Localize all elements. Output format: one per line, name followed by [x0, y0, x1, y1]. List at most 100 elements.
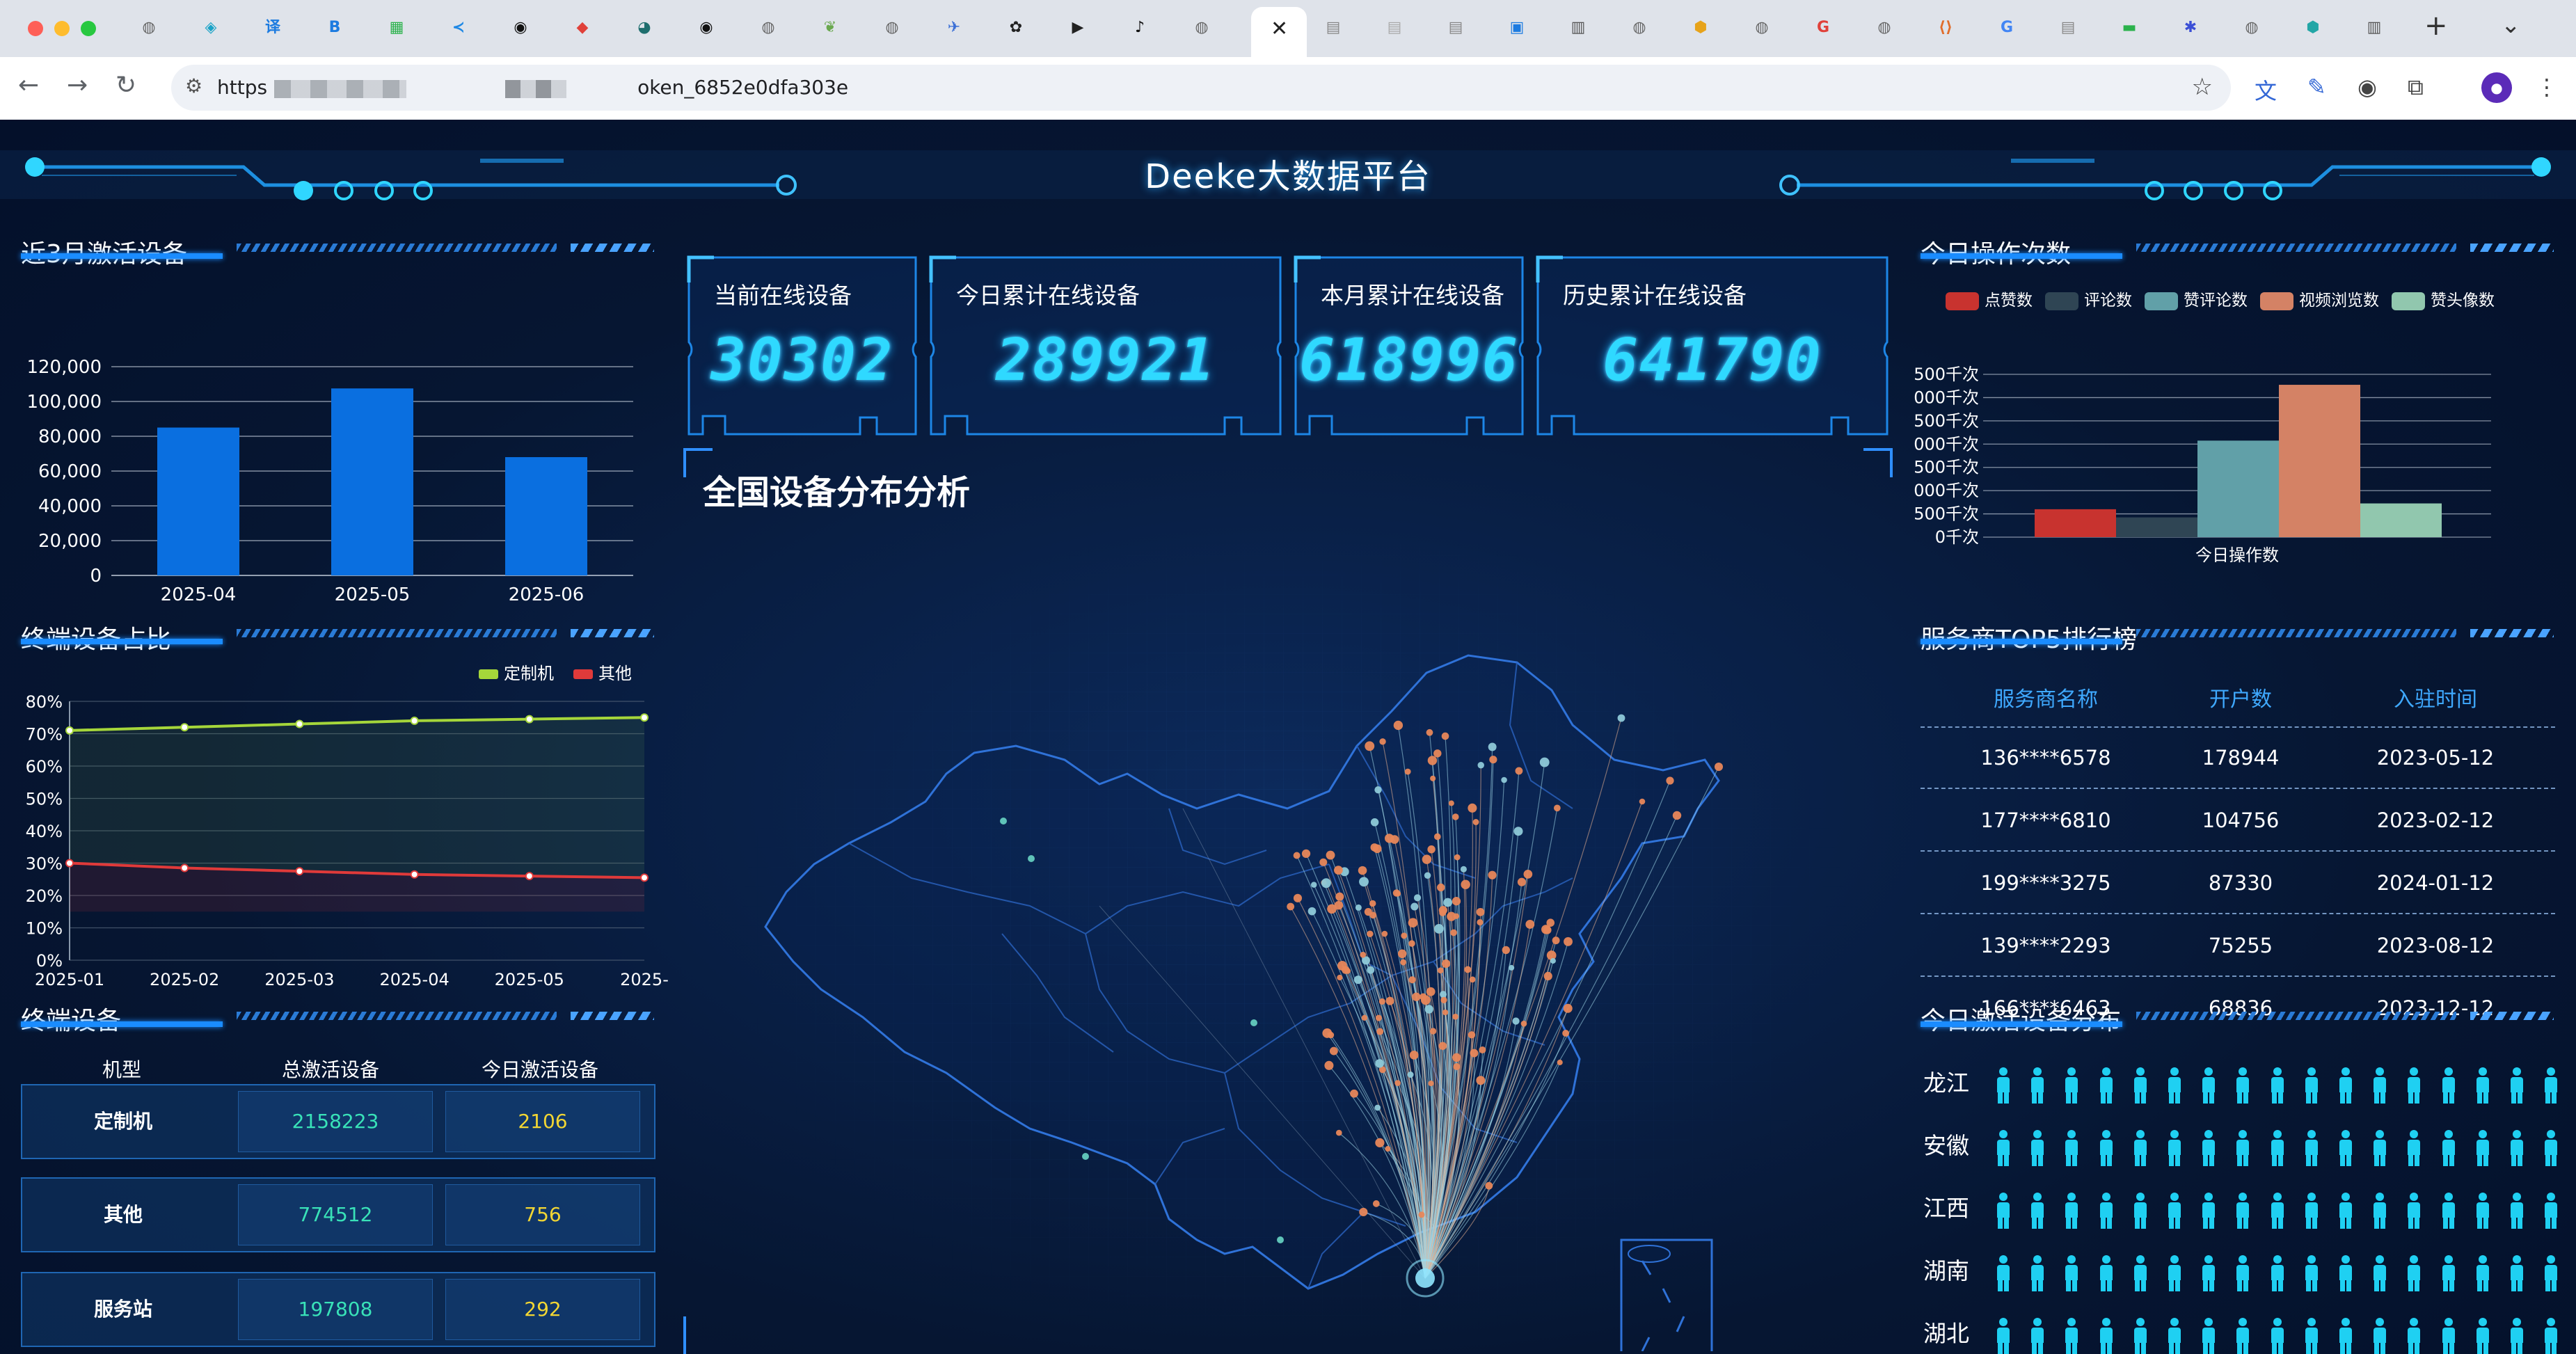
- camera-icon[interactable]: ◉: [2358, 74, 2377, 100]
- vscode-icon[interactable]: ≺: [446, 15, 471, 40]
- device-point: [1334, 866, 1343, 875]
- github-icon[interactable]: ◉: [508, 15, 533, 40]
- terminal-model-name: 定制机: [93, 1110, 152, 1133]
- maximize-window-button[interactable]: [81, 21, 96, 36]
- doc-icon[interactable]: ▤: [1321, 15, 1346, 40]
- person-icon: [2133, 1130, 2148, 1166]
- device-point: [1407, 1072, 1414, 1078]
- device-point: [1553, 804, 1561, 812]
- code-icon[interactable]: ⟨⟩: [1933, 15, 1958, 40]
- globe-icon[interactable]: ◍: [1872, 15, 1897, 40]
- eyedropper-icon[interactable]: ✎: [2307, 74, 2326, 100]
- minimize-window-button[interactable]: [54, 21, 70, 36]
- globe-icon[interactable]: ◍: [1749, 15, 1774, 40]
- device-point: [1397, 949, 1407, 959]
- device-point: [1438, 906, 1448, 915]
- extensions-icon[interactable]: ⧉: [2408, 74, 2424, 101]
- title-underline: [21, 1012, 654, 1027]
- device-point: [1427, 845, 1436, 854]
- doc-icon[interactable]: ▤: [2056, 15, 2081, 40]
- doc-icon[interactable]: ▤: [1382, 15, 1407, 40]
- google-icon[interactable]: G: [1994, 15, 2019, 40]
- address-bar[interactable]: ⚙ https oken_6852e0dfa303e ☆: [171, 65, 2231, 111]
- globe-icon[interactable]: ◍: [136, 15, 161, 40]
- globe-icon[interactable]: ◍: [2239, 15, 2264, 40]
- tiktok-icon[interactable]: ♪: [1127, 15, 1152, 40]
- person-icon: [2475, 1318, 2490, 1354]
- person-icon: [2201, 1130, 2216, 1166]
- browser-menu-icon[interactable]: ⋮: [2536, 74, 2558, 100]
- grid-icon[interactable]: ▦: [384, 15, 409, 40]
- cursor-icon[interactable]: ▶: [1065, 15, 1090, 40]
- close-tab-icon[interactable]: ✕: [1271, 17, 1288, 41]
- globe-icon[interactable]: ◍: [1189, 15, 1214, 40]
- device-point: [1539, 757, 1550, 767]
- legend-item[interactable]: 评论数: [2045, 292, 2132, 310]
- legend-item[interactable]: 视频浏览数: [2260, 292, 2379, 310]
- profile-avatar[interactable]: ●: [2481, 72, 2512, 103]
- cube-icon[interactable]: ⬢: [1688, 15, 1713, 40]
- active-tab[interactable]: ✕: [1251, 7, 1307, 57]
- device-point: [1502, 946, 1510, 955]
- octopus-icon[interactable]: ◕: [632, 15, 657, 40]
- bot-icon[interactable]: ◈: [198, 15, 223, 40]
- device-point: [1329, 1046, 1338, 1056]
- x-tick-label: 2025-04: [161, 584, 237, 605]
- china-device-map[interactable]: [738, 516, 1851, 1351]
- paw-icon[interactable]: ✱: [2178, 15, 2203, 40]
- device-point: [1369, 911, 1376, 919]
- forward-button[interactable]: →: [67, 71, 88, 99]
- site-settings-icon[interactable]: ⚙: [185, 74, 202, 97]
- activation-bar: [331, 388, 413, 575]
- person-icon: [2099, 1130, 2114, 1166]
- legend-item[interactable]: 点赞数: [1946, 292, 2033, 310]
- chat-icon[interactable]: ▬: [2117, 15, 2142, 40]
- person-icon: [2133, 1318, 2148, 1354]
- github-icon[interactable]: ◉: [694, 15, 719, 40]
- device-point: [1344, 968, 1351, 974]
- back-button[interactable]: ←: [18, 71, 39, 99]
- bookmark-star-icon[interactable]: ☆: [2192, 73, 2213, 101]
- translate-icon[interactable]: 译: [260, 15, 285, 40]
- device-point: [1404, 768, 1411, 775]
- close-window-button[interactable]: [28, 21, 43, 36]
- person-icon: [2406, 1067, 2422, 1104]
- tab-list-chevron-icon[interactable]: ⌄: [2501, 11, 2521, 39]
- legend-item[interactable]: 赞评论数: [2145, 292, 2248, 310]
- device-point: [1429, 1028, 1437, 1035]
- cube-icon[interactable]: ⬢: [2300, 15, 2325, 40]
- diamond-icon[interactable]: ◆: [570, 15, 595, 40]
- doc-icon[interactable]: ▤: [1443, 15, 1468, 40]
- y-tick-label: 500千次: [1914, 504, 1979, 524]
- device-point: [1450, 929, 1457, 937]
- url-redaction: [505, 80, 566, 98]
- legend-label: 其他: [598, 664, 632, 683]
- openai-icon[interactable]: ✿: [1003, 15, 1028, 40]
- translate-icon[interactable]: 文: [2255, 74, 2277, 106]
- person-icon: [2406, 1255, 2422, 1291]
- bird-icon[interactable]: ✈: [941, 15, 967, 40]
- globe-icon[interactable]: ◍: [880, 15, 905, 40]
- new-tab-button[interactable]: +: [2424, 10, 2448, 42]
- device-point: [1350, 1089, 1358, 1098]
- globe-icon[interactable]: ◍: [1627, 15, 1652, 40]
- person-icon: [2509, 1067, 2525, 1104]
- book-icon[interactable]: ▥: [2362, 15, 2387, 40]
- title-underline: [1921, 629, 2554, 644]
- y-tick-label: 50%: [26, 790, 63, 809]
- reload-button[interactable]: ↻: [116, 71, 136, 99]
- person-icon: [1996, 1318, 2011, 1354]
- person-icon: [2064, 1067, 2079, 1104]
- app-icon[interactable]: ▣: [1504, 15, 1529, 40]
- leaf-icon[interactable]: ❦: [818, 15, 843, 40]
- globe-icon[interactable]: ◍: [756, 15, 781, 40]
- bracket-icon[interactable]: B: [322, 15, 347, 40]
- title-underline: [1921, 244, 2554, 259]
- person-icon: [2167, 1255, 2182, 1291]
- device-point: [1324, 1060, 1334, 1070]
- x-tick-label: 今日操作数: [2195, 545, 2279, 565]
- book-icon[interactable]: ▥: [1566, 15, 1591, 40]
- legend-item[interactable]: 赞头像数: [2392, 292, 2495, 310]
- device-point: [1543, 971, 1552, 981]
- g-icon[interactable]: G: [1811, 15, 1836, 40]
